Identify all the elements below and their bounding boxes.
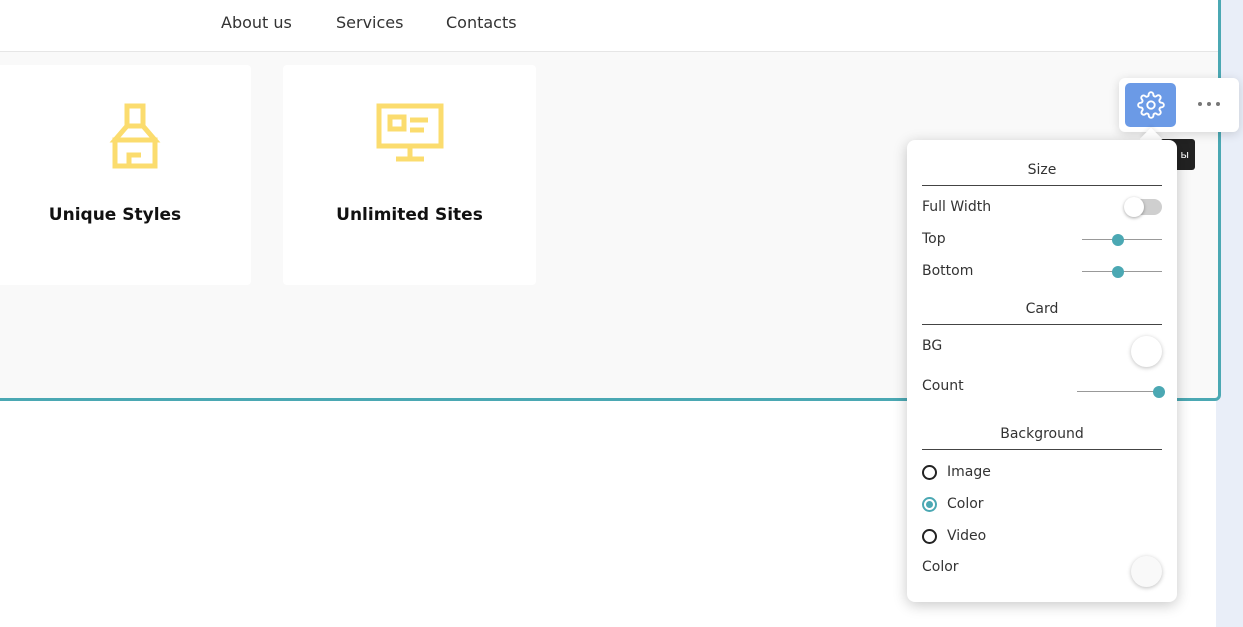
feature-card: Unlimited Sites — [283, 65, 536, 285]
nav-link-about[interactable]: About us — [221, 13, 292, 32]
bg-label: BG — [922, 338, 943, 354]
radio-button[interactable] — [922, 528, 937, 544]
bg-option-color[interactable]: Color — [922, 494, 984, 514]
block-toolbar — [1119, 78, 1239, 132]
count-label: Count — [922, 378, 964, 394]
card-count-slider[interactable] — [1077, 386, 1165, 398]
settings-button[interactable] — [1125, 83, 1176, 127]
card-title: Unlimited Sites — [336, 205, 483, 225]
radio-label: Image — [947, 464, 991, 480]
settings-panel: Size Full Width Top Bottom Card BG Count… — [907, 140, 1177, 602]
full-width-label: Full Width — [922, 199, 992, 215]
feature-card: Unique Styles — [0, 65, 251, 285]
card-bg-color-swatch[interactable] — [1131, 336, 1162, 367]
top-padding-slider[interactable] — [1082, 234, 1162, 246]
section-title-card: Card — [922, 301, 1162, 325]
full-width-toggle[interactable] — [1124, 197, 1162, 217]
radio-button[interactable] — [922, 496, 937, 512]
nav-link-contacts[interactable]: Contacts — [446, 13, 517, 32]
radio-button[interactable] — [922, 464, 937, 480]
gear-icon — [1136, 91, 1165, 119]
bg-option-image[interactable]: Image — [922, 462, 991, 482]
bg-color-label: Color — [922, 559, 959, 575]
nav-link-services[interactable]: Services — [336, 13, 403, 32]
more-options-button[interactable] — [1189, 92, 1229, 116]
bottom-label: Bottom — [922, 263, 974, 279]
top-label: Top — [922, 231, 946, 247]
bg-color-swatch[interactable] — [1131, 556, 1162, 587]
radio-label: Video — [947, 528, 987, 544]
section-title-size: Size — [922, 162, 1162, 186]
radio-label: Color — [947, 496, 984, 512]
more-dots-icon — [1198, 102, 1202, 106]
bottom-padding-slider[interactable] — [1082, 266, 1162, 278]
bg-option-video[interactable]: Video — [922, 526, 986, 546]
paint-brush-icon — [109, 103, 161, 173]
section-title-background: Background — [922, 426, 1162, 450]
card-title: Unique Styles — [48, 205, 182, 225]
monitor-icon — [376, 103, 444, 167]
navbar: About us Services Contacts — [0, 0, 1218, 52]
